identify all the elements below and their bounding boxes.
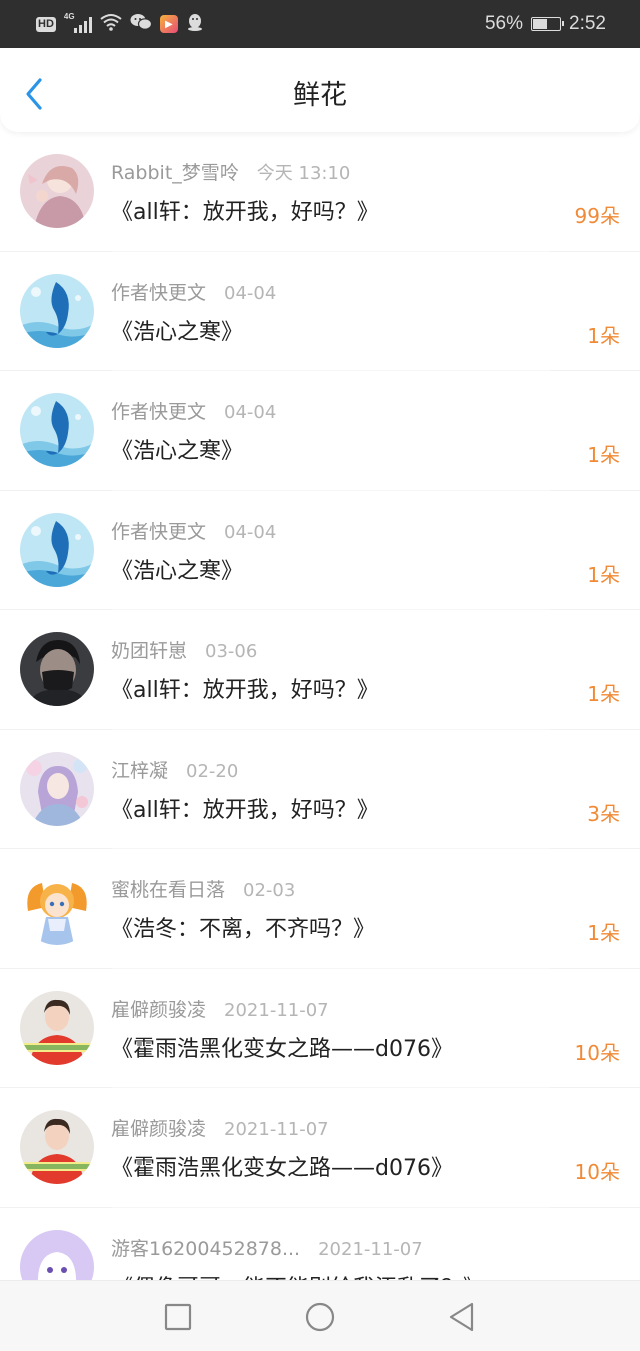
recent-apps-icon — [164, 1303, 192, 1331]
user-name[interactable]: 作者快更文 — [111, 397, 206, 424]
user-line: 奶团轩崽 03-06 — [111, 636, 257, 663]
book-title[interactable]: 《all轩：放开我，好吗？》 — [111, 792, 379, 824]
avatar[interactable] — [20, 512, 94, 587]
back-icon — [449, 1302, 474, 1332]
user-name[interactable]: Rabbit_梦雪呤 — [111, 158, 239, 185]
user-line: Rabbit_梦雪呤 今天 13:10 — [111, 158, 350, 185]
flower-row[interactable]: Rabbit_梦雪呤 今天 13:10 《all轩：放开我，好吗？》 99朵 — [0, 132, 640, 252]
post-time: 04-04 — [224, 282, 277, 304]
flower-row[interactable]: 江梓凝 02-20 《all轩：放开我，好吗？》 3朵 — [0, 730, 640, 849]
post-time: 2021-11-07 — [224, 999, 329, 1021]
wifi-icon — [100, 13, 122, 36]
avatar[interactable] — [20, 1110, 94, 1184]
qq-icon — [186, 13, 204, 36]
hd-icon: HD — [36, 16, 56, 32]
user-line: 作者快更文 04-04 — [111, 278, 276, 305]
avatar[interactable] — [20, 990, 94, 1065]
system-nav-bar — [0, 1280, 640, 1351]
recent-apps-button[interactable] — [162, 1301, 194, 1333]
flower-count: 10朵 — [574, 1160, 620, 1184]
user-name[interactable]: 蜜桃在看日落 — [111, 875, 225, 902]
user-name[interactable]: 游客16200452878... — [111, 1234, 300, 1261]
post-time: 2021-11-07 — [224, 1119, 329, 1140]
flower-count: 1朵 — [587, 682, 620, 706]
user-line: 游客16200452878... 2021-11-07 — [111, 1234, 423, 1261]
avatar[interactable] — [20, 751, 94, 826]
flower-count: 10朵 — [574, 1040, 620, 1065]
avatar[interactable] — [20, 871, 94, 945]
flower-row[interactable]: 雇僻颜骏凌 2021-11-07 《霍雨浩黑化变女之路——d076》 10朵 — [0, 1088, 640, 1208]
user-line: 作者快更文 04-04 — [111, 517, 276, 544]
post-time: 02-03 — [243, 880, 296, 901]
flower-count: 1朵 — [587, 443, 620, 467]
post-time: 03-06 — [205, 641, 258, 662]
post-time: 04-04 — [224, 521, 277, 543]
home-icon — [305, 1302, 335, 1332]
user-name[interactable]: 奶团轩崽 — [111, 636, 187, 663]
user-line: 雇僻颜骏凌 2021-11-07 — [111, 1114, 329, 1141]
flower-row[interactable]: 作者快更文 04-04 《浩心之寒》 1朵 — [0, 491, 640, 610]
flower-row[interactable]: 蜜桃在看日落 02-03 《浩冬：不离，不齐吗？》 1朵 — [0, 849, 640, 969]
battery-level — [533, 19, 548, 29]
status-right: 56% 2:52 — [485, 12, 606, 36]
page-title: 鲜花 — [293, 80, 347, 111]
user-name[interactable]: 雇僻颜骏凌 — [111, 995, 206, 1022]
post-time: 04-04 — [224, 402, 277, 423]
book-title[interactable]: 《浩心之寒》 — [111, 553, 243, 585]
flower-row[interactable]: 作者快更文 04-04 《浩心之寒》 1朵 — [0, 371, 640, 491]
book-title[interactable]: 《浩冬：不离，不齐吗？》 — [111, 911, 375, 943]
user-line: 江梓凝 02-20 — [111, 756, 238, 783]
user-name[interactable]: 雇僻颜骏凌 — [111, 1114, 206, 1141]
app-icon: ▶ — [159, 15, 178, 33]
book-title[interactable]: 《霍雨浩黑化变女之路——d076》 — [111, 1150, 453, 1182]
user-line: 蜜桃在看日落 02-03 — [111, 875, 295, 902]
flower-row[interactable]: 奶团轩崽 03-06 《all轩：放开我，好吗？》 1朵 — [0, 610, 640, 730]
home-button[interactable] — [304, 1301, 336, 1333]
user-name[interactable]: 作者快更文 — [111, 517, 206, 544]
status-bar: HD 4G ▶ 56% 2:52 — [0, 0, 640, 48]
avatar[interactable] — [20, 1229, 94, 1280]
post-time: 今天 13:10 — [256, 163, 351, 184]
book-title[interactable]: 《浩心之寒》 — [111, 433, 243, 465]
book-title[interactable]: 《浩心之寒》 — [111, 314, 243, 346]
flower-count: 1朵 — [587, 323, 620, 348]
post-time: 02-20 — [186, 760, 239, 782]
network-type: 4G — [63, 12, 75, 21]
book-title[interactable]: 《霍雨浩黑化变女之路——d076》 — [111, 1031, 453, 1063]
user-name[interactable]: 作者快更文 — [111, 278, 206, 305]
book-title[interactable]: 《all轩：放开我，好吗？》 — [111, 672, 379, 704]
clock: 2:52 — [569, 13, 606, 34]
avatar[interactable] — [20, 393, 94, 467]
user-name[interactable]: 江梓凝 — [111, 756, 168, 783]
flower-row[interactable]: 游客16200452878... 2021-11-07 《偶像哥哥，能不能别给我… — [0, 1208, 640, 1281]
signal-icon: 4G — [63, 12, 92, 33]
flower-count: 3朵 — [587, 801, 620, 826]
battery-icon — [531, 17, 565, 31]
book-title[interactable]: 《偶像哥哥，能不能别给我添乱了？》 — [111, 1270, 485, 1281]
wechat-icon — [130, 13, 152, 36]
avatar[interactable] — [20, 632, 94, 706]
battery-percent: 56% — [484, 13, 524, 34]
flower-row[interactable]: 雇僻颜骏凌 2021-11-07 《霍雨浩黑化变女之路——d076》 10朵 — [0, 969, 640, 1088]
flower-row[interactable]: 作者快更文 04-04 《浩心之寒》 1朵 — [0, 252, 640, 371]
flower-list[interactable]: Rabbit_梦雪呤 今天 13:10 《all轩：放开我，好吗？》 99朵 作… — [0, 132, 640, 1280]
avatar[interactable] — [20, 154, 94, 228]
avatar[interactable] — [20, 273, 94, 348]
flower-count: 1朵 — [587, 921, 620, 945]
app-header: 鲜花 — [0, 48, 640, 132]
flower-count: 99朵 — [574, 204, 620, 228]
user-line: 雇僻颜骏凌 2021-11-07 — [111, 995, 329, 1022]
nav-back-button[interactable] — [446, 1301, 478, 1333]
book-title[interactable]: 《all轩：放开我，好吗？》 — [111, 194, 379, 226]
flower-count: 1朵 — [587, 562, 620, 587]
status-left: HD 4G ▶ — [36, 12, 204, 36]
post-time: 2021-11-07 — [318, 1238, 423, 1260]
user-line: 作者快更文 04-04 — [111, 397, 276, 424]
